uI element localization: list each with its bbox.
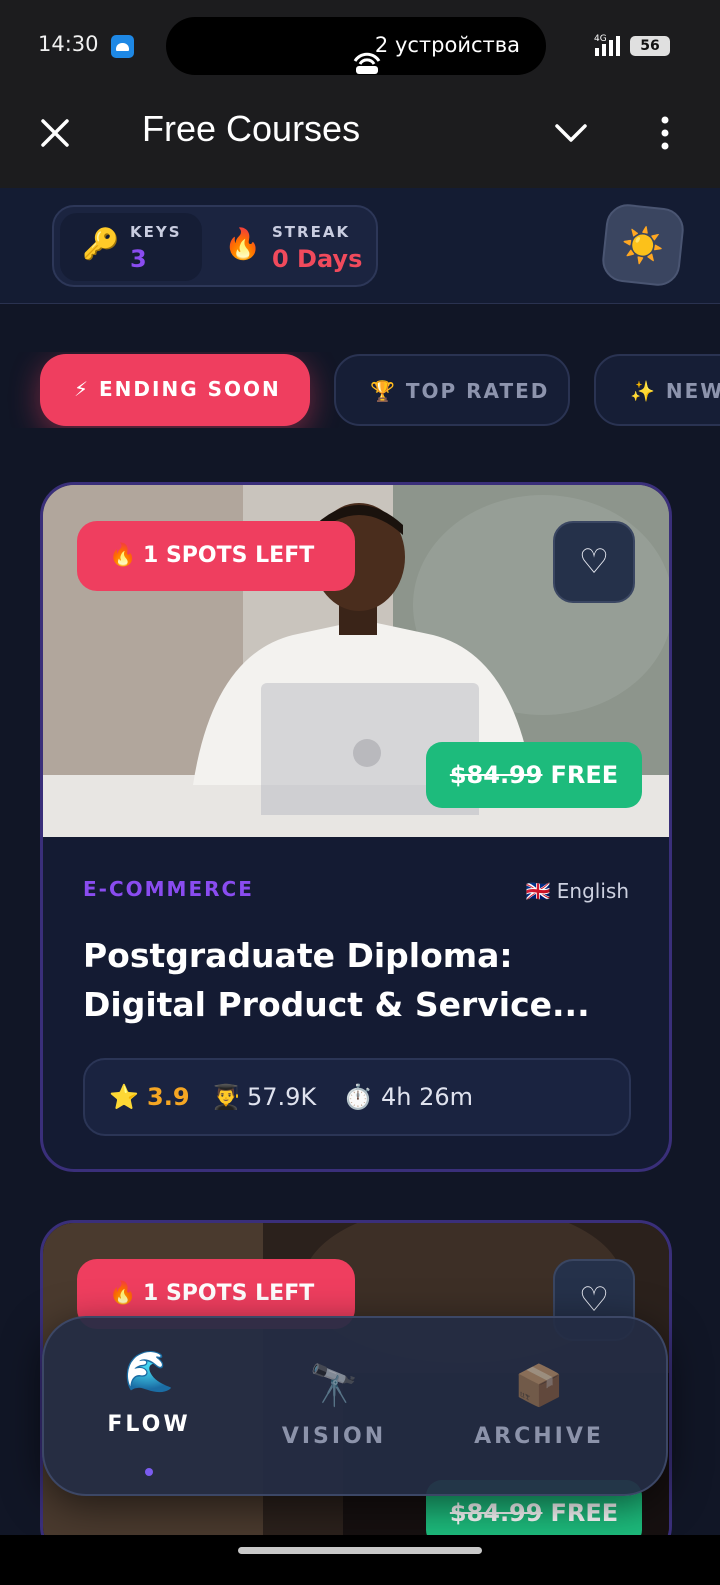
filter-label: TOP RATED <box>405 379 550 403</box>
theme-toggle-button[interactable]: ☀️ <box>600 202 686 288</box>
home-indicator[interactable] <box>238 1547 482 1554</box>
stats-panel: 🔑 KEYS 3 🔥 STREAK 0 Days <box>52 205 378 287</box>
nav-archive[interactable]: 📦 ARCHIVE <box>464 1318 614 1498</box>
page-title: Free Courses <box>142 108 361 149</box>
new-price: FREE <box>550 761 619 789</box>
keys-value: 3 <box>130 245 147 273</box>
nav-flow[interactable]: 🌊 FLOW <box>84 1318 214 1498</box>
telescope-icon: 🔭 <box>309 1363 359 1409</box>
active-nav-indicator <box>145 1468 153 1476</box>
filter-top-rated[interactable]: 🏆 TOP RATED <box>334 354 570 426</box>
course-category[interactable]: E-COMMERCE <box>83 877 254 901</box>
cast-devices-pill[interactable]: 2 устройства <box>166 17 546 75</box>
more-vertical-icon[interactable] <box>652 114 678 152</box>
status-time: 14:30 <box>38 32 99 56</box>
android-app-icon <box>111 35 134 58</box>
battery-indicator: 56 <box>630 36 670 56</box>
course-language: 🇬🇧 English <box>525 879 629 903</box>
package-icon: 📦 <box>514 1363 564 1409</box>
key-icon: 🔑 <box>82 227 120 262</box>
course-title[interactable]: Postgraduate Diploma: Digital Product & … <box>83 931 643 1029</box>
filter-chips: ⚡ ENDING SOON 🏆 TOP RATED ✨ NEW <box>0 352 720 428</box>
nav-vision-label: VISION <box>281 1424 387 1449</box>
network-type-label: 4G <box>594 34 607 44</box>
course-thumbnail: 🔥 1 SPOTS LEFT ♡ $84.99 FREE <box>43 485 669 837</box>
streak-label: STREAK <box>272 223 351 241</box>
nav-archive-label: ARCHIVE <box>474 1424 604 1449</box>
course-students: 57.9K <box>247 1083 317 1111</box>
system-nav-bar <box>0 1535 720 1585</box>
star-icon: ⭐ <box>109 1083 139 1111</box>
filter-new[interactable]: ✨ NEW <box>594 354 720 426</box>
spots-left-badge: 🔥 1 SPOTS LEFT <box>77 521 355 591</box>
old-price: $84.99 <box>449 1499 543 1527</box>
sun-icon: ☀️ <box>621 225 665 266</box>
course-rating: 3.9 <box>147 1083 190 1111</box>
stopwatch-icon: ⏱️ <box>343 1083 373 1111</box>
status-bar: 14:30 2 устройства 4G 56 <box>0 0 720 92</box>
nav-vision[interactable]: 🔭 VISION <box>264 1318 404 1498</box>
fire-icon: 🔥 <box>109 543 137 568</box>
nav-flow-label: FLOW <box>107 1412 191 1437</box>
filter-label: NEW <box>665 379 720 403</box>
price-badge: $84.99 FREE <box>426 742 642 808</box>
filter-label: ENDING SOON <box>99 377 281 401</box>
old-price: $84.99 <box>449 761 543 789</box>
signal-4g-icon: 4G <box>594 34 620 56</box>
chevron-down-icon[interactable] <box>552 118 590 148</box>
keys-label: KEYS <box>130 223 182 241</box>
sparkles-icon: ✨ <box>630 379 657 403</box>
stats-header: 🔑 KEYS 3 🔥 STREAK 0 Days ☀️ <box>0 188 720 304</box>
streak-value: 0 Days <box>272 245 363 273</box>
keys-stat: 🔑 KEYS 3 <box>60 213 202 281</box>
lightning-icon: ⚡ <box>74 377 91 401</box>
filter-ending-soon[interactable]: ⚡ ENDING SOON <box>40 354 310 426</box>
spots-left-label: 1 SPOTS LEFT <box>143 1281 315 1306</box>
course-duration: 4h 26m <box>381 1083 474 1111</box>
cast-devices-label: 2 устройства <box>374 33 520 57</box>
bottom-navigation: 🌊 FLOW 🔭 VISION 📦 ARCHIVE <box>42 1316 668 1496</box>
title-bar: Free Courses <box>0 92 720 188</box>
spots-left-label: 1 SPOTS LEFT <box>143 543 315 568</box>
fire-icon: 🔥 <box>224 227 262 262</box>
course-card[interactable]: 🔥 1 SPOTS LEFT ♡ $84.99 FREE E-COMMERCE 🇬… <box>40 482 672 1172</box>
student-icon: 👨‍🎓 <box>211 1083 241 1111</box>
favorite-heart-icon[interactable]: ♡ <box>553 521 635 603</box>
trophy-icon: 🏆 <box>370 379 397 403</box>
close-icon[interactable] <box>36 114 74 152</box>
course-meta: ⭐ 3.9 👨‍🎓 57.9K ⏱️ 4h 26m <box>83 1058 631 1136</box>
wave-icon: 🌊 <box>124 1349 174 1395</box>
new-price: FREE <box>550 1499 619 1527</box>
